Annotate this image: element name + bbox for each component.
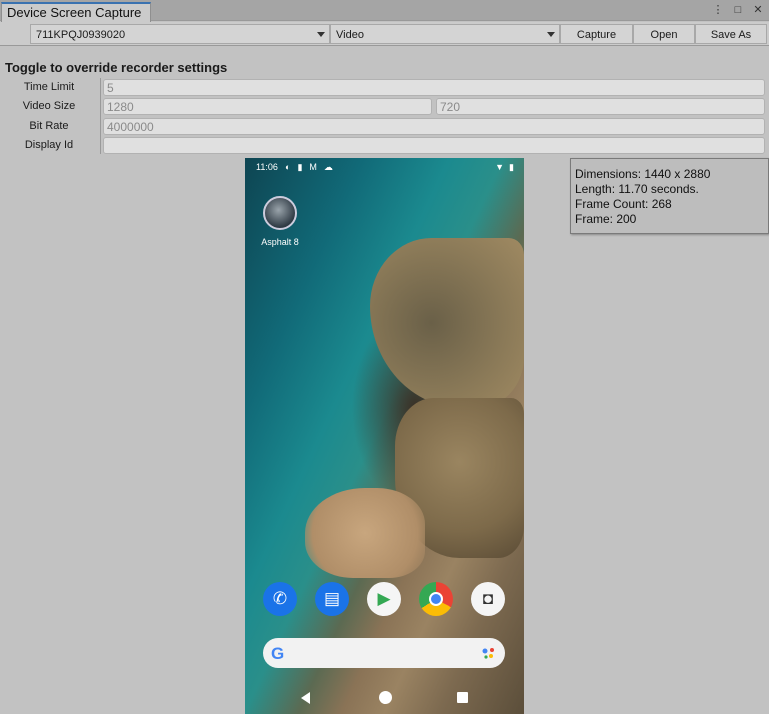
capture-button[interactable]: Capture [560, 24, 633, 44]
cliff-rocks [370, 238, 524, 408]
device-dropdown-value: 711KPQJ0939020 [36, 29, 126, 41]
maximize-icon[interactable]: □ [731, 3, 745, 17]
open-button[interactable]: Open [633, 24, 695, 44]
bit-rate-label: Bit Rate [29, 120, 69, 132]
display-id-field[interactable] [103, 137, 765, 154]
info-length: Length: 11.70 seconds. [575, 182, 699, 196]
status-notification-icons: ◐ ▮ M ☁ [285, 162, 333, 173]
chevron-down-icon [547, 32, 555, 37]
messages-icon[interactable]: ▤ [315, 582, 349, 616]
beach-sand [305, 488, 425, 578]
video-width-field[interactable]: 1280 [103, 98, 432, 115]
bit-rate-field[interactable]: 4000000 [103, 118, 765, 135]
time-limit-label: Time Limit [23, 81, 75, 93]
info-frame-count: Frame Count: 268 [575, 197, 672, 211]
status-bar: 11:06 ◐ ▮ M ☁ ▼ ▮ [245, 158, 524, 178]
override-settings-toggle[interactable]: Toggle to override recorder settings [5, 60, 227, 75]
asphalt-app-icon[interactable] [263, 196, 297, 230]
chrome-icon[interactable] [419, 582, 453, 616]
video-size-label: Video Size [22, 100, 76, 112]
mode-dropdown-value: Video [336, 29, 364, 41]
display-id-label: Display Id [24, 139, 74, 151]
chrome-center-icon [429, 592, 443, 606]
tab-device-screen-capture[interactable]: Device Screen Capture [1, 2, 151, 22]
status-time: 11:06 [256, 162, 278, 172]
more-options-icon[interactable]: ⋮ [711, 3, 725, 17]
assistant-icon[interactable] [482, 647, 496, 659]
save-as-button[interactable]: Save As [695, 24, 767, 44]
battery-saver-icon: ▮ [297, 162, 303, 172]
cloud-icon: ☁ [323, 162, 333, 172]
divider [100, 78, 101, 154]
video-height-field[interactable]: 720 [436, 98, 765, 115]
battery-icon: ▮ [509, 162, 514, 172]
gmail-icon: M [309, 162, 317, 172]
toolbar: 711KPQJ0939020 Video Capture Open Save A… [0, 22, 769, 46]
capture-info-panel: Dimensions: 1440 x 2880 Length: 11.70 se… [570, 158, 769, 234]
mode-dropdown[interactable]: Video [330, 24, 560, 44]
google-logo-icon: G [271, 644, 285, 663]
back-icon[interactable] [301, 692, 310, 704]
play-store-icon[interactable]: ▶ [367, 582, 401, 616]
notification-icon: ◐ [285, 162, 291, 172]
time-limit-field[interactable]: 5 [103, 79, 765, 96]
info-frame: Frame: 200 [575, 212, 637, 226]
recents-icon[interactable] [457, 692, 468, 703]
tab-tools: ⋮ □ ✕ [711, 3, 765, 17]
info-dimensions: Dimensions: 1440 x 2880 [575, 167, 711, 181]
status-system-icons: ▼ ▮ [495, 162, 514, 173]
camera-icon[interactable]: ◘ [471, 582, 505, 616]
asphalt-app-label: Asphalt 8 [261, 237, 299, 247]
home-icon[interactable] [379, 691, 392, 704]
device-dropdown[interactable]: 711KPQJ0939020 [30, 24, 330, 44]
tab-bar: Device Screen Capture ⋮ □ ✕ [0, 0, 769, 22]
close-icon[interactable]: ✕ [751, 3, 765, 17]
device-screen-capture-window: Device Screen Capture ⋮ □ ✕ 711KPQJ09390… [0, 0, 769, 714]
device-screen-preview: 11:06 ◐ ▮ M ☁ ▼ ▮ Asphalt 8 ✆ ▤ ▶ ◘ G [245, 158, 524, 714]
google-search-bar[interactable]: G [263, 638, 505, 668]
wifi-icon: ▼ [495, 162, 505, 172]
chevron-down-icon [317, 32, 325, 37]
android-nav-bar [245, 684, 524, 714]
phone-icon[interactable]: ✆ [263, 582, 297, 616]
